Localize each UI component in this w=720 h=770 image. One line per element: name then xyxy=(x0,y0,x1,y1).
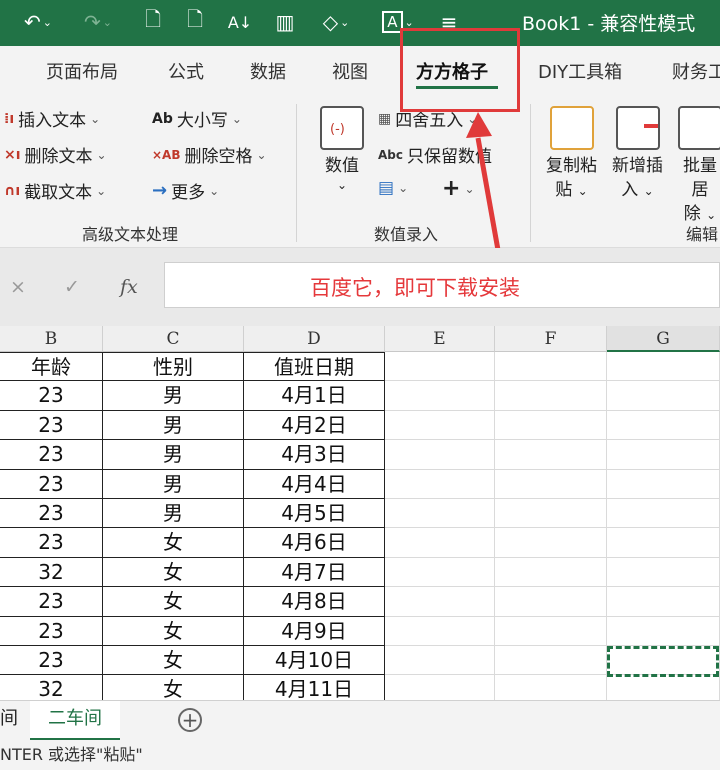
table-cell[interactable]: 男 xyxy=(103,499,244,529)
table-cell[interactable] xyxy=(385,499,495,529)
table-cell[interactable]: 4月2日 xyxy=(244,410,385,441)
table-cell[interactable]: 男 xyxy=(103,469,244,499)
table-cell[interactable]: 女 xyxy=(103,557,244,588)
table-cell[interactable] xyxy=(607,381,720,411)
table-cell[interactable]: 32 xyxy=(0,557,103,588)
table-cell[interactable]: 23 xyxy=(0,499,103,529)
cancel-icon[interactable]: × xyxy=(10,276,26,298)
table-cell[interactable]: 23 xyxy=(0,410,103,441)
table-cell[interactable]: 4月9日 xyxy=(244,616,385,646)
table-cell[interactable]: 男 xyxy=(103,440,244,470)
table-cell[interactable] xyxy=(495,499,607,529)
sheet-tab-previous[interactable]: 间 xyxy=(0,701,22,741)
table-cell[interactable] xyxy=(495,587,607,617)
confirm-icon[interactable]: ✓ xyxy=(64,276,80,298)
table-cell[interactable] xyxy=(607,440,720,470)
table-header-cell[interactable]: 性别 xyxy=(103,352,244,382)
table-cell[interactable] xyxy=(495,557,607,588)
formula-content: 百度它，即可下载安装 xyxy=(310,276,520,300)
table-cell[interactable]: 4月8日 xyxy=(244,587,385,617)
sheet-tab-bar: 间 二车间 xyxy=(0,700,720,741)
table-cell[interactable]: 女 xyxy=(103,587,244,617)
table-header-cell[interactable]: 值班日期 xyxy=(244,352,385,382)
table-cell[interactable] xyxy=(495,646,607,676)
table-cell[interactable]: 女 xyxy=(103,528,244,558)
fx-icon[interactable]: fx xyxy=(120,276,138,298)
table-cell[interactable] xyxy=(385,381,495,411)
table-cell[interactable] xyxy=(385,440,495,470)
table-cell[interactable]: 4月4日 xyxy=(244,469,385,499)
table-cell[interactable] xyxy=(385,646,495,676)
table-cell[interactable]: 23 xyxy=(0,469,103,499)
sheet-tab-active[interactable]: 二车间 xyxy=(30,701,120,741)
column-header-b[interactable]: B xyxy=(0,326,103,352)
status-bar: NTER 或选择"粘贴" xyxy=(0,740,720,770)
table-cell[interactable]: 4月1日 xyxy=(244,381,385,411)
table-header-cell[interactable] xyxy=(495,352,607,382)
table-header-cell[interactable] xyxy=(385,352,495,382)
table-header-cell[interactable]: 年龄 xyxy=(0,352,103,382)
table-cell[interactable]: 4月7日 xyxy=(244,557,385,588)
table-cell[interactable]: 4月10日 xyxy=(244,646,385,676)
table-cell[interactable]: 23 xyxy=(0,528,103,558)
table-cell[interactable] xyxy=(385,616,495,646)
table-cell[interactable]: 4月3日 xyxy=(244,440,385,470)
table-cell[interactable] xyxy=(495,469,607,499)
table-cell[interactable] xyxy=(495,528,607,558)
table-cell[interactable]: 4月5日 xyxy=(244,499,385,529)
table-cell[interactable] xyxy=(607,557,720,588)
table-cell[interactable] xyxy=(385,557,495,588)
table-cell[interactable]: 23 xyxy=(0,587,103,617)
table-cell[interactable]: 23 xyxy=(0,381,103,411)
table-cell[interactable] xyxy=(607,499,720,529)
table-cell[interactable]: 4月6日 xyxy=(244,528,385,558)
table-cell[interactable]: 23 xyxy=(0,646,103,676)
table-cell[interactable]: 男 xyxy=(103,381,244,411)
add-sheet-icon[interactable]: + xyxy=(178,708,202,732)
table-cell[interactable] xyxy=(385,469,495,499)
table-cell[interactable]: 23 xyxy=(0,440,103,470)
table-cell[interactable] xyxy=(607,528,720,558)
table-cell[interactable] xyxy=(607,469,720,499)
table-cell[interactable] xyxy=(495,381,607,411)
column-header-d[interactable]: D xyxy=(244,326,385,352)
table-cell[interactable] xyxy=(385,587,495,617)
table-cell[interactable]: 23 xyxy=(0,616,103,646)
table-cell[interactable] xyxy=(495,410,607,441)
column-header-c[interactable]: C xyxy=(103,326,244,352)
table-cell[interactable] xyxy=(495,616,607,646)
column-header-f[interactable]: F xyxy=(495,326,607,352)
table-cell[interactable] xyxy=(607,410,720,441)
table-cell[interactable] xyxy=(385,528,495,558)
table-cell[interactable] xyxy=(607,616,720,646)
table-header-cell[interactable] xyxy=(607,352,720,382)
column-header-e[interactable]: E xyxy=(385,326,495,352)
table-cell[interactable] xyxy=(495,440,607,470)
table-cell[interactable] xyxy=(607,587,720,617)
column-header-g[interactable]: G xyxy=(607,326,720,352)
table-cell[interactable] xyxy=(385,410,495,441)
table-cell[interactable]: 女 xyxy=(103,646,244,676)
table-cell[interactable]: 女 xyxy=(103,616,244,646)
table-cell[interactable]: 男 xyxy=(103,410,244,441)
selected-cell[interactable] xyxy=(607,646,719,677)
